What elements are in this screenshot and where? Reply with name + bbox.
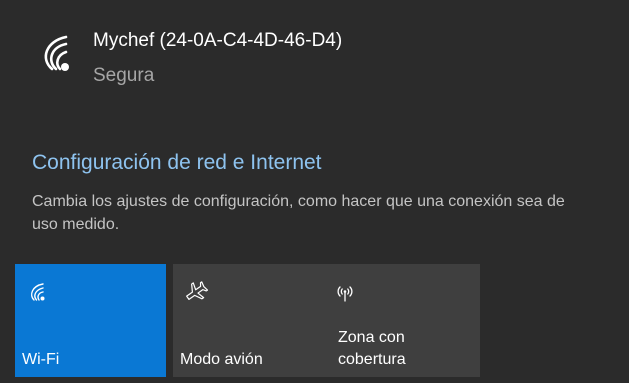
network-status: Segura — [93, 65, 155, 86]
network-name: Mychef (24-0A-C4-4D-46-D4) — [93, 30, 343, 51]
mobile-hotspot-tile[interactable]: Zona con cobertura — [322, 264, 480, 377]
hotspot-tile-label: Zona con cobertura — [338, 329, 406, 368]
wifi-tile-label: Wi-Fi — [22, 351, 60, 368]
wifi-icon — [31, 283, 45, 301]
wifi-secure-icon — [44, 35, 69, 71]
network-flyout: Mychef (24-0A-C4-4D-46-D4) Segura Config… — [0, 0, 629, 383]
airplane-icon — [186, 281, 208, 300]
airplane-tile-label: Modo avión — [180, 351, 263, 368]
wifi-toggle-tile[interactable]: Wi-Fi — [15, 264, 166, 377]
network-item[interactable]: Mychef (24-0A-C4-4D-46-D4) Segura — [0, 0, 629, 120]
network-settings-link[interactable]: Configuración de red e Internet — [32, 150, 322, 176]
network-settings-description: Cambia los ajustes de configuración, com… — [32, 193, 565, 233]
hotspot-icon — [337, 286, 353, 302]
airplane-mode-tile[interactable]: Modo avión — [173, 264, 324, 377]
